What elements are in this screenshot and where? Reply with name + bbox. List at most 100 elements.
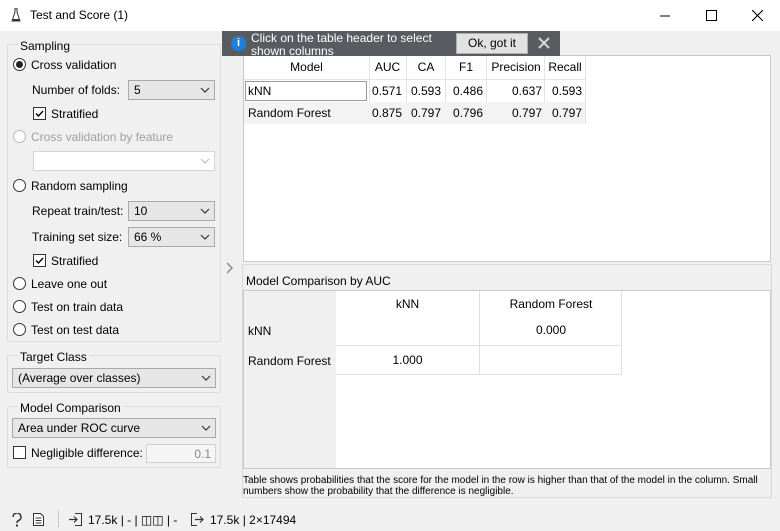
- row-auc: 0.571: [371, 84, 402, 98]
- row-divider: [336, 374, 622, 375]
- stratified2-label: Stratified: [51, 254, 99, 268]
- leave-one-out-label: Leave one out: [31, 277, 108, 291]
- comparison-title: Model Comparison by AUC: [246, 274, 391, 288]
- num-folds-label: Number of folds:: [32, 83, 121, 97]
- app-icon: [11, 8, 21, 22]
- row-divider: [336, 345, 622, 346]
- cell-rf-vs-knn: 1.000: [392, 353, 423, 367]
- col-header-knn: kNN: [395, 297, 420, 311]
- row-model: Random Forest: [248, 106, 331, 120]
- stratified-label: Stratified: [51, 107, 99, 121]
- target-class-group: Target Class (Average over classes): [7, 350, 221, 393]
- cv-by-feature-label: Cross validation by feature: [31, 130, 174, 144]
- divider: [58, 510, 59, 527]
- chevron-down-icon: [200, 158, 210, 164]
- test-on-train-radio[interactable]: [13, 300, 26, 313]
- target-class-value: (Average over classes): [18, 371, 141, 385]
- row-f1: 0.486: [452, 84, 483, 98]
- header-f1[interactable]: F1: [446, 60, 486, 74]
- stratified2-checkbox[interactable]: [33, 254, 46, 267]
- close-icon: [751, 10, 763, 21]
- maximize-icon: [705, 10, 717, 21]
- minimize-icon: [660, 15, 670, 16]
- num-folds-select[interactable]: 5: [128, 80, 215, 100]
- help-icon[interactable]: [11, 513, 23, 527]
- collapse-arrow-icon[interactable]: [226, 262, 234, 274]
- num-folds-value: 5: [134, 83, 141, 97]
- row-precision: 0.797: [511, 106, 542, 120]
- repeat-select[interactable]: 10: [128, 201, 215, 221]
- chevron-down-icon: [201, 375, 211, 381]
- sampling-group: Sampling Cross validation Number of fold…: [7, 39, 221, 342]
- stratified-checkbox[interactable]: [33, 107, 46, 120]
- model-comparison-group: Model Comparison Area under ROC curve Ne…: [7, 401, 221, 468]
- comparison-metric-select[interactable]: Area under ROC curve: [12, 418, 216, 438]
- comparison-table: kNN Random Forest kNN Random Forest 0.00…: [243, 290, 771, 469]
- chevron-down-icon: [200, 208, 210, 214]
- cv-by-feature-radio[interactable]: [13, 130, 26, 143]
- document-icon[interactable]: [33, 513, 44, 526]
- status-bar: 17.5k | - | ◫◫ | - 17.5k | 2×17494: [0, 506, 780, 531]
- row-precision: 0.637: [511, 84, 542, 98]
- repeat-label: Repeat train/test:: [32, 204, 124, 218]
- row-auc: 0.875: [371, 106, 402, 120]
- test-on-train-label: Test on train data: [31, 300, 124, 314]
- comparison-footnote: Table shows probabilities that the score…: [243, 475, 758, 497]
- test-on-test-label: Test on test data: [31, 323, 120, 337]
- test-on-test-radio[interactable]: [13, 323, 26, 336]
- info-text: Click on the table header to select show…: [251, 31, 432, 58]
- negligible-value: 0.1: [194, 447, 211, 461]
- input-summary[interactable]: 17.5k | - | ◫◫ | -: [88, 513, 177, 527]
- table-row[interactable]: kNN 0.571 0.593 0.486 0.637 0.593: [244, 80, 585, 102]
- header-auc[interactable]: AUC: [370, 60, 405, 74]
- random-sampling-radio[interactable]: [13, 179, 26, 192]
- train-size-value: 66 %: [134, 230, 162, 244]
- minimize-button[interactable]: [642, 0, 688, 31]
- header-model[interactable]: Model: [244, 60, 369, 74]
- row-model: kNN: [248, 84, 272, 98]
- negligible-checkbox[interactable]: [13, 446, 26, 459]
- ok-got-it-button[interactable]: Ok, got it: [456, 33, 528, 54]
- header-recall[interactable]: Recall: [545, 60, 585, 74]
- cross-validation-radio[interactable]: [13, 58, 26, 71]
- header-precision[interactable]: Precision: [487, 60, 545, 74]
- close-button[interactable]: [734, 0, 780, 31]
- row-header-column: [244, 291, 336, 468]
- comparison-metric-value: Area under ROC curve: [18, 421, 141, 435]
- sampling-title: Sampling: [18, 39, 73, 53]
- checkmark-icon: [35, 257, 44, 265]
- output-icon: [191, 513, 204, 526]
- input-icon: [69, 513, 82, 526]
- checkmark-icon: [35, 110, 44, 118]
- chevron-down-icon: [200, 87, 210, 93]
- output-summary[interactable]: 17.5k | 2×17494: [210, 513, 296, 527]
- row-recall: 0.797: [551, 106, 582, 120]
- model-comparison-title: Model Comparison: [18, 401, 123, 415]
- target-class-title: Target Class: [18, 350, 89, 364]
- random-sampling-label: Random sampling: [31, 179, 128, 193]
- train-size-select[interactable]: 66 %: [128, 227, 215, 247]
- train-size-label: Training set size:: [32, 230, 123, 244]
- negligible-input[interactable]: 0.1: [146, 444, 216, 463]
- info-bar: i Click on the table header to select sh…: [222, 31, 560, 58]
- title-bar: Test and Score (1): [0, 0, 780, 31]
- target-class-select[interactable]: (Average over classes): [12, 368, 216, 388]
- header-ca[interactable]: CA: [407, 60, 445, 74]
- maximize-button[interactable]: [688, 0, 734, 31]
- window-title: Test and Score (1): [30, 8, 129, 22]
- chevron-down-icon: [201, 425, 211, 431]
- cross-validation-label: Cross validation: [31, 58, 117, 72]
- close-icon[interactable]: [537, 36, 551, 50]
- leave-one-out-radio[interactable]: [13, 277, 26, 290]
- row-ca: 0.593: [410, 84, 441, 98]
- row-ca: 0.797: [410, 106, 441, 120]
- repeat-value: 10: [134, 204, 148, 218]
- col-header-rf: Random Forest: [509, 297, 593, 311]
- feature-select[interactable]: [33, 151, 215, 171]
- row-f1: 0.796: [452, 106, 483, 120]
- row-header-rf: Random Forest: [248, 354, 331, 368]
- col-divider: [585, 56, 586, 124]
- row-recall: 0.593: [551, 84, 582, 98]
- table-row[interactable]: Random Forest 0.875 0.797 0.796 0.797 0.…: [244, 102, 585, 124]
- info-icon: i: [231, 36, 246, 51]
